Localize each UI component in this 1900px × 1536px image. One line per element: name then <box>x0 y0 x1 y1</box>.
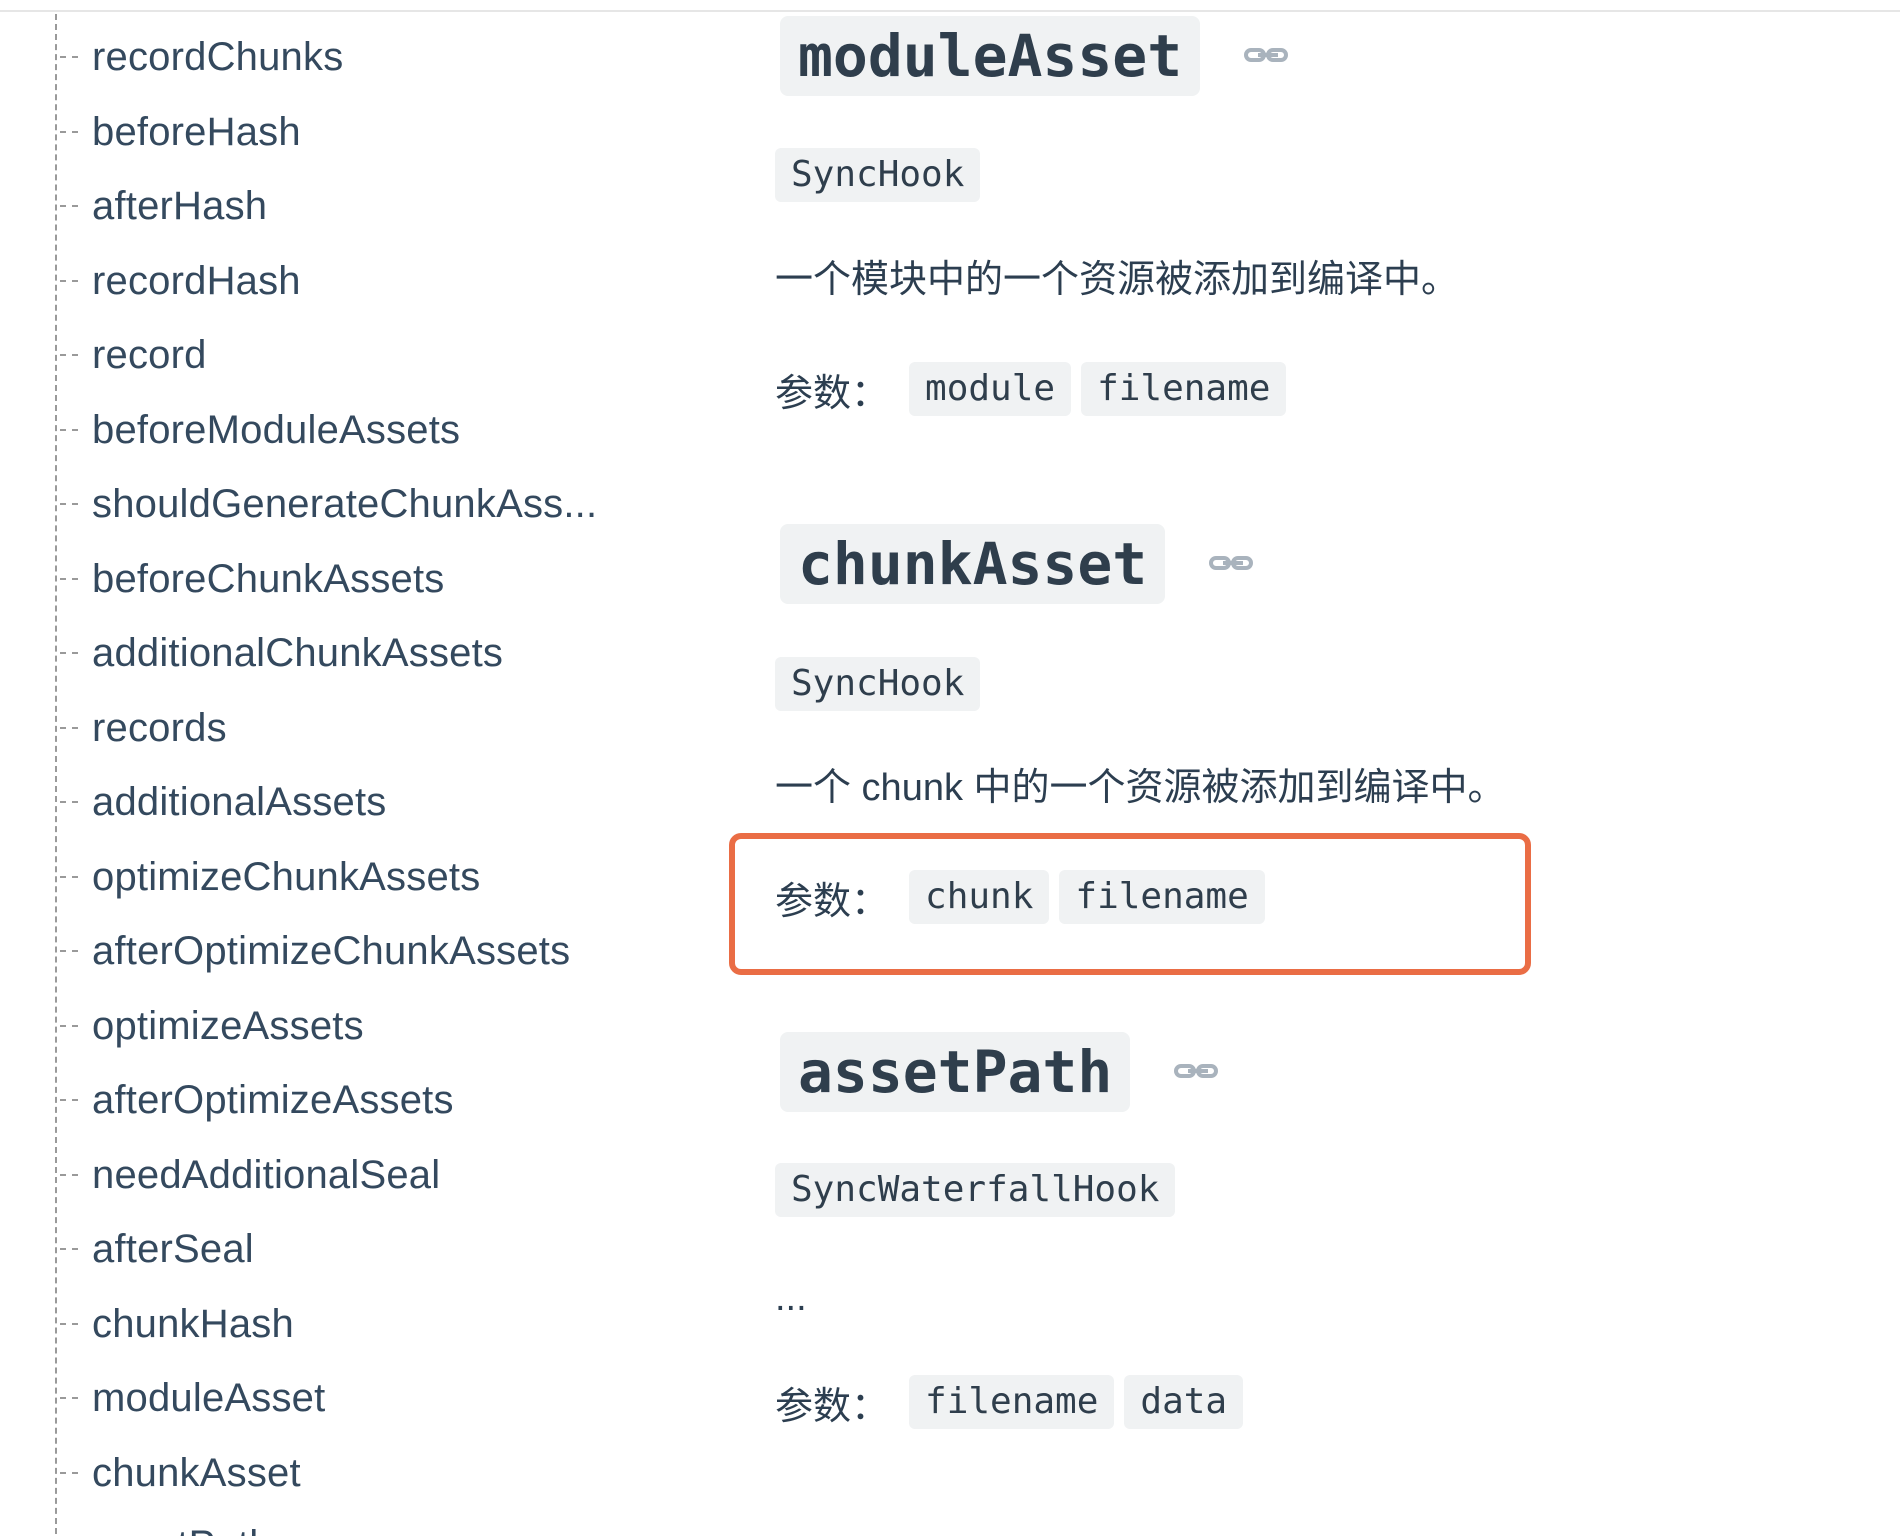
sidebar-item-chunkasset[interactable]: chunkAsset <box>56 1443 696 1503</box>
tree-branch <box>60 1025 78 1027</box>
param-badge: module <box>909 362 1072 416</box>
tree-branch <box>60 1323 78 1325</box>
sidebar-item-label: beforeHash <box>92 109 301 154</box>
tree-branch <box>60 205 78 207</box>
link-icon[interactable] <box>1244 44 1292 68</box>
sidebar-item-label: optimizeAssets <box>92 1003 364 1048</box>
heading-title: assetPath <box>780 1032 1131 1112</box>
sidebar-item-label: chunkHash <box>92 1301 294 1346</box>
sidebar-item-label: additionalAssets <box>92 779 387 824</box>
params-row: 参数： chunk filename <box>775 869 1275 925</box>
tree-branch <box>60 727 78 729</box>
sidebar-item-label: afterOptimizeChunkAssets <box>92 928 571 973</box>
sidebar-item-afteroptimizeassets[interactable]: afterOptimizeAssets <box>56 1070 696 1130</box>
sidebar-item-needadditionalseal[interactable]: needAdditionalSeal <box>56 1145 696 1205</box>
param-badge: data <box>1124 1375 1244 1429</box>
main-content: moduleAsset SyncHook 一个模块中的一个资源被添加到编译中。 … <box>700 0 1900 1536</box>
hook-type-badge: SyncWaterfallHook <box>775 1163 1176 1217</box>
sidebar-tree: recordChunks beforeHash afterHash record… <box>0 0 700 1536</box>
link-icon[interactable] <box>1174 1060 1222 1084</box>
sidebar-item-beforechunkassets[interactable]: beforeChunkAssets <box>56 549 696 609</box>
sidebar-item-label: assetPath <box>92 1523 272 1536</box>
sidebar-item-label: moduleAsset <box>92 1375 326 1420</box>
sidebar-item-recordhash[interactable]: recordHash <box>56 251 696 311</box>
params-label: 参数： <box>775 1385 890 1428</box>
param-badge: filename <box>909 1375 1115 1429</box>
section-description: ... <box>775 1277 807 1319</box>
section-heading: moduleAsset <box>780 16 1292 96</box>
params-row: 参数： filename data <box>775 1374 1253 1430</box>
sidebar-item-label: recordHash <box>92 258 301 303</box>
tree-branch <box>60 876 78 878</box>
sidebar-item-beforemoduleassets[interactable]: beforeModuleAssets <box>56 400 696 460</box>
sidebar-item-label: needAdditionalSeal <box>92 1152 441 1197</box>
sidebar-item-label: afterSeal <box>92 1226 254 1271</box>
section-description: 一个 chunk 中的一个资源被添加到编译中。 <box>775 767 1506 809</box>
sidebar-item-label: afterHash <box>92 183 268 228</box>
tree-branch <box>60 652 78 654</box>
tree-branch <box>60 354 78 356</box>
tree-branch <box>60 1248 78 1250</box>
sidebar-item-chunkhash[interactable]: chunkHash <box>56 1294 696 1354</box>
sidebar-item-records[interactable]: records <box>56 698 696 758</box>
sidebar-item-record[interactable]: record <box>56 325 696 385</box>
sidebar-item-label: beforeModuleAssets <box>92 407 461 452</box>
sidebar-item-label: recordChunks <box>92 34 344 79</box>
sidebar-item-label: beforeChunkAssets <box>92 556 445 601</box>
sidebar-item-beforehash[interactable]: beforeHash <box>56 102 696 162</box>
sidebar-item-label: record <box>92 332 207 377</box>
tree-branch <box>60 56 78 58</box>
section-heading: chunkAsset <box>780 524 1257 604</box>
hook-type-row: SyncWaterfallHook <box>775 1163 1176 1219</box>
params-label: 参数： <box>775 880 890 923</box>
tree-branch <box>60 950 78 952</box>
tree-branch <box>60 280 78 282</box>
heading-title: moduleAsset <box>780 16 1201 96</box>
tree-branch <box>60 1472 78 1474</box>
hook-type-badge: SyncHook <box>775 148 981 202</box>
tree-branch <box>60 801 78 803</box>
tree-branch <box>60 503 78 505</box>
section-heading: assetPath <box>780 1032 1222 1112</box>
sidebar-item-shouldgeneratechunkassets[interactable]: shouldGenerateChunkAss... <box>56 474 696 534</box>
hook-type-badge: SyncHook <box>775 657 981 711</box>
sidebar-item-label: afterOptimizeAssets <box>92 1077 454 1122</box>
param-badge: filename <box>1081 362 1287 416</box>
section-description: 一个模块中的一个资源被添加到编译中。 <box>775 259 1460 301</box>
sidebar-item-afterhash[interactable]: afterHash <box>56 176 696 236</box>
heading-title: chunkAsset <box>780 524 1166 604</box>
param-badge: chunk <box>909 870 1050 924</box>
tree-branch <box>60 131 78 133</box>
tree-branch <box>60 429 78 431</box>
sidebar-item-afterseal[interactable]: afterSeal <box>56 1219 696 1279</box>
hook-type-row: SyncHook <box>775 657 981 713</box>
sidebar-item-additionalassets[interactable]: additionalAssets <box>56 772 696 832</box>
sidebar-item-label: records <box>92 705 227 750</box>
link-icon[interactable] <box>1209 552 1257 576</box>
sidebar-item-label: additionalChunkAssets <box>92 630 504 675</box>
sidebar-item-additionalchunkassets[interactable]: additionalChunkAssets <box>56 623 696 683</box>
params-row: 参数： module filename <box>775 361 1296 417</box>
hook-type-row: SyncHook <box>775 148 981 204</box>
sidebar-item-optimizechunkassets[interactable]: optimizeChunkAssets <box>56 847 696 907</box>
tree-branch <box>60 1174 78 1176</box>
param-badge: filename <box>1059 870 1265 924</box>
sidebar-item-recordchunks[interactable]: recordChunks <box>56 27 696 87</box>
params-label: 参数： <box>775 372 890 415</box>
tree-branch <box>60 1099 78 1101</box>
sidebar-item-label: shouldGenerateChunkAss... <box>92 481 598 526</box>
sidebar-item-label: optimizeChunkAssets <box>92 854 481 899</box>
sidebar-item-moduleasset[interactable]: moduleAsset <box>56 1368 696 1428</box>
sidebar-item-label: chunkAsset <box>92 1450 301 1495</box>
sidebar-item-afteroptimizechunkassets[interactable]: afterOptimizeChunkAssets <box>56 921 696 981</box>
tree-branch <box>60 578 78 580</box>
sidebar-item-optimizeassets[interactable]: optimizeAssets <box>56 996 696 1056</box>
tree-branch <box>60 1397 78 1399</box>
sidebar-item-assetpath[interactable]: assetPath <box>56 1515 696 1536</box>
